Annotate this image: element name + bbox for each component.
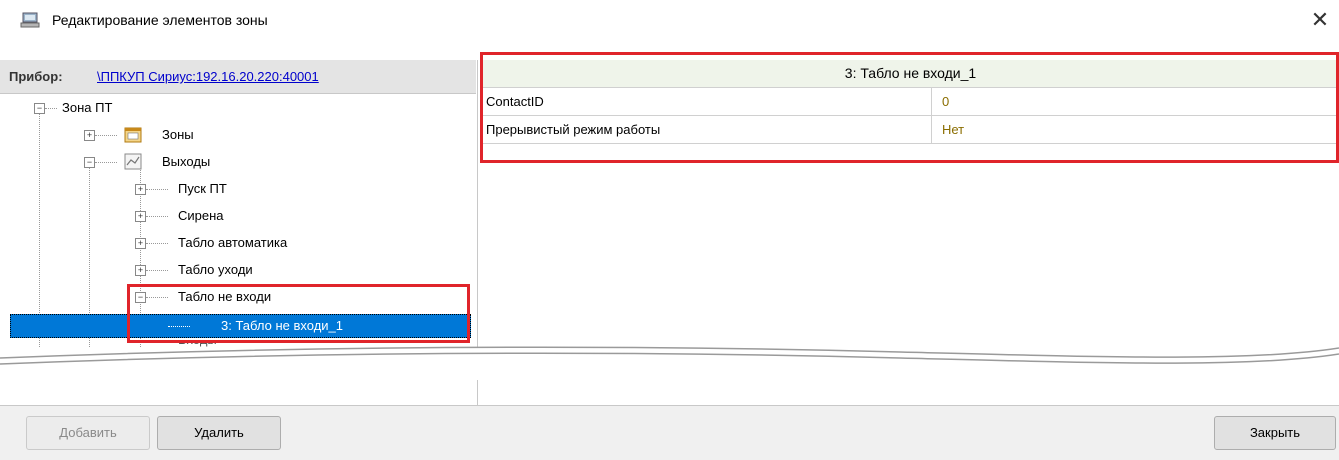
tree-item-label: Сирена: [178, 208, 224, 223]
button-bar: Добавить Удалить Закрыть: [0, 405, 1339, 460]
tree-connector: [95, 135, 117, 136]
tree-item-label: Выходы: [162, 154, 211, 169]
tree-item-output[interactable]: + Табло автоматика: [0, 232, 476, 254]
tree-item-root[interactable]: − Зона ПТ: [0, 97, 476, 119]
device-label: Прибор:: [9, 69, 63, 84]
tree-connector: [95, 162, 117, 163]
window-title: Редактирование элементов зоны: [52, 12, 268, 28]
tree-connector: [146, 297, 168, 298]
tree-connector: [168, 326, 190, 327]
close-icon[interactable]: ✕: [1305, 6, 1335, 34]
tree-item-label: Табло автоматика: [178, 235, 288, 250]
tree-item-output[interactable]: + Сирена: [0, 205, 476, 227]
outputs-icon: [124, 153, 142, 170]
collapse-icon[interactable]: −: [84, 157, 95, 168]
window-icon: [20, 12, 40, 28]
delete-button[interactable]: Удалить: [157, 416, 281, 450]
property-row[interactable]: ContactID 0: [482, 88, 1339, 116]
tear-separator: [0, 346, 1339, 380]
tree-connector: [146, 216, 168, 217]
title-bar: Редактирование элементов зоны ✕: [0, 0, 1339, 40]
expand-icon[interactable]: +: [84, 130, 95, 141]
property-name: ContactID: [486, 88, 932, 115]
property-row[interactable]: Прерывистый режим работы Нет: [482, 116, 1339, 144]
device-link[interactable]: \ППКУП Сириус:192.16.20.220:40001: [97, 69, 319, 84]
tree-item-label: Зона ПТ: [62, 100, 113, 115]
add-button[interactable]: Добавить: [26, 416, 150, 450]
tree-connector: [146, 243, 168, 244]
tree-item-label: Табло не входи: [178, 289, 272, 304]
collapse-icon[interactable]: −: [34, 103, 45, 114]
tree-item-selected[interactable]: 3: Табло не входи_1: [10, 314, 471, 338]
tree-connector: [146, 189, 168, 190]
tree-item-output[interactable]: + Пуск ПТ: [0, 178, 476, 200]
collapse-icon[interactable]: −: [135, 292, 146, 303]
property-value[interactable]: 0: [942, 88, 949, 115]
tree-item-outputs[interactable]: − Выходы: [0, 151, 476, 173]
expand-icon[interactable]: +: [135, 211, 146, 222]
properties-header: 3: Табло не входи_1: [482, 60, 1339, 88]
property-value[interactable]: Нет: [942, 116, 964, 143]
expand-icon[interactable]: +: [135, 238, 146, 249]
close-button[interactable]: Закрыть: [1214, 416, 1336, 450]
tree-item-output[interactable]: − Табло не входи: [0, 286, 476, 308]
tree-item-label: Табло уходи: [178, 262, 253, 277]
property-name: Прерывистый режим работы: [486, 116, 932, 143]
tree-item-label: 3: Табло не входи_1: [221, 318, 344, 333]
tree-item-output[interactable]: + Табло уходи: [0, 259, 476, 281]
device-row: Прибор: \ППКУП Сириус:192.16.20.220:4000…: [0, 60, 476, 94]
tree-connector: [146, 270, 168, 271]
expand-icon[interactable]: +: [135, 184, 146, 195]
expand-icon[interactable]: +: [135, 265, 146, 276]
tree-item-label: Зоны: [162, 127, 194, 142]
zones-icon: [124, 127, 142, 143]
tree-connector: [45, 108, 57, 109]
tree-item-label: Пуск ПТ: [178, 181, 227, 196]
tree-item-zones[interactable]: + Зоны: [0, 124, 476, 146]
